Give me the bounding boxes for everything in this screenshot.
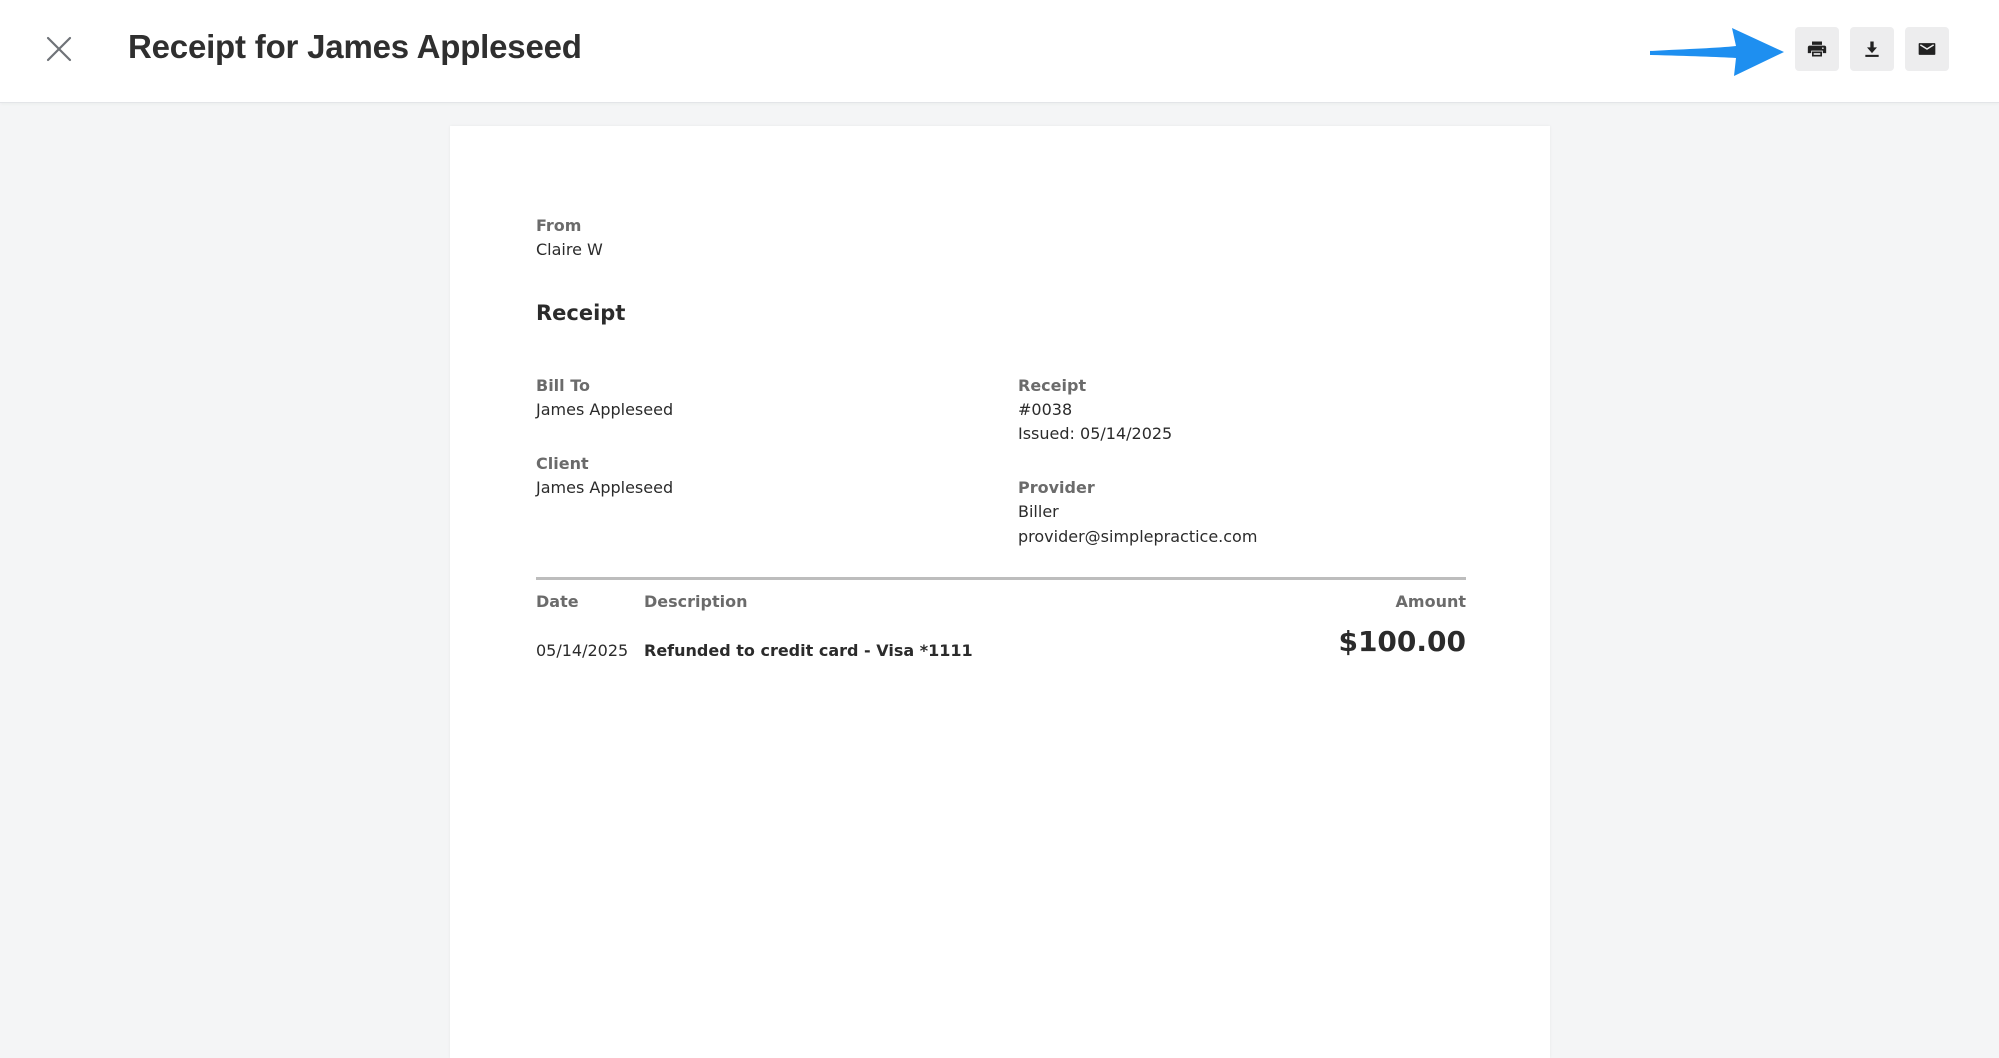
receipt-document: From Claire W Receipt Bill To James Appl…: [450, 126, 1550, 1058]
provider-label: Provider: [1018, 478, 1095, 497]
download-icon: [1865, 41, 1879, 57]
top-bar: Receipt for James Appleseed: [0, 0, 1999, 103]
close-icon: [46, 36, 72, 62]
provider-email: provider@simplepractice.com: [1018, 527, 1258, 546]
row-date: 05/14/2025: [536, 641, 629, 660]
email-button[interactable]: [1905, 27, 1949, 71]
row-amount: $100.00: [1338, 625, 1466, 658]
from-value: Claire W: [536, 240, 603, 259]
download-button[interactable]: [1850, 27, 1894, 71]
client-value: James Appleseed: [536, 478, 674, 497]
receipt-heading: Receipt: [536, 301, 626, 325]
amount-column-header: Amount: [1395, 592, 1466, 611]
provider-name: Biller: [1018, 502, 1059, 521]
date-column-header: Date: [536, 592, 579, 611]
arrow-annotation-icon: [1650, 28, 1784, 76]
receipt-number: #0038: [1018, 400, 1073, 419]
description-column-header: Description: [644, 592, 748, 611]
bill-to-value: James Appleseed: [536, 400, 674, 419]
page-title: Receipt for James Appleseed: [128, 28, 582, 65]
issued-date: Issued: 05/14/2025: [1018, 424, 1173, 443]
from-label: From: [536, 216, 582, 235]
client-label: Client: [536, 454, 589, 473]
table-divider: [536, 577, 1466, 580]
email-icon: [1918, 43, 1936, 55]
print-button[interactable]: [1795, 27, 1839, 71]
receipt-label: Receipt: [1018, 376, 1087, 395]
bill-to-label: Bill To: [536, 376, 590, 395]
close-button[interactable]: [40, 30, 78, 68]
print-icon: [1807, 41, 1827, 57]
row-description: Refunded to credit card - Visa *1111: [644, 641, 973, 660]
